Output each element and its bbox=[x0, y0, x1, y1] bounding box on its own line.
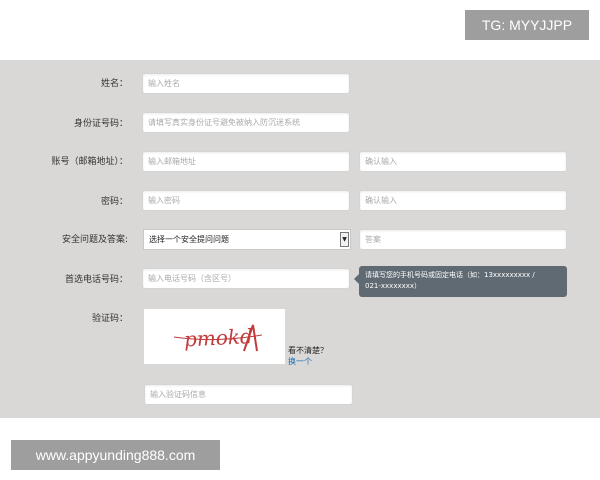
password-label: 密码： bbox=[100, 197, 128, 207]
id-number-input[interactable]: 请填写真实身份证号避免被纳入防沉迷系统 bbox=[142, 112, 350, 133]
captcha-hint: 看不清楚？ bbox=[288, 346, 328, 355]
tooltip-line-2: 021-xxxxxxxx） bbox=[365, 282, 422, 290]
name-label: 姓名： bbox=[100, 79, 128, 89]
phone-tooltip: 请填写您的手机号码或固定电话（如：13xxxxxxxxx / 021-xxxxx… bbox=[354, 266, 567, 297]
id-number-label: 身份证号码： bbox=[73, 119, 128, 129]
email-confirm-input[interactable]: 确认输入 bbox=[359, 151, 567, 172]
tooltip-line-1: 请填写您的手机号码或固定电话（如：13xxxxxxxxx / bbox=[365, 271, 535, 279]
tooltip-arrow bbox=[354, 274, 359, 284]
captcha-image: pmokd bbox=[144, 309, 285, 364]
phone-label: 首选电话号码： bbox=[64, 275, 128, 285]
captcha-refresh-link[interactable]: 换一个 bbox=[288, 356, 312, 367]
email-input[interactable]: 输入邮箱地址 bbox=[142, 151, 350, 172]
security-question-value: 选择一个安全提问问题 bbox=[149, 235, 229, 244]
captcha-label: 验证码： bbox=[91, 314, 128, 324]
security-label: 安全问题及答案: bbox=[61, 235, 128, 245]
password-input[interactable]: 输入密码 bbox=[142, 190, 350, 211]
security-answer-input[interactable]: 答案 bbox=[359, 229, 567, 250]
account-label: 账号（邮箱地址）： bbox=[51, 157, 128, 167]
security-question-select[interactable]: 选择一个安全提问问题 ▼ bbox=[143, 229, 351, 250]
name-input[interactable]: 输入姓名 bbox=[142, 73, 350, 94]
captcha-input[interactable]: 输入验证码信息 bbox=[144, 384, 353, 405]
password-confirm-input[interactable]: 确认输入 bbox=[359, 190, 567, 211]
phone-input[interactable]: 输入电话号码（含区号） bbox=[142, 268, 350, 289]
chevron-down-icon[interactable]: ▼ bbox=[340, 232, 349, 247]
watermark-bottom: www.appyunding888.com bbox=[11, 440, 220, 470]
watermark-top: TG: MYYJJPP bbox=[465, 10, 589, 40]
